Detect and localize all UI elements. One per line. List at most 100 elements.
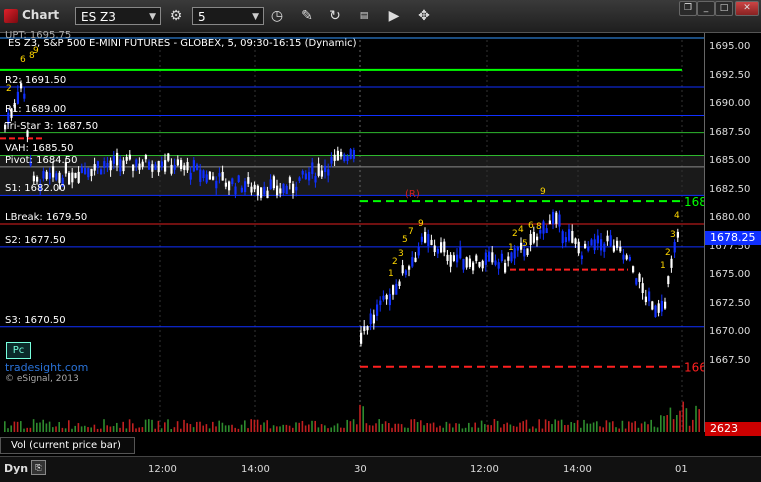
- candle-body: [654, 305, 657, 318]
- count-number: 8: [536, 222, 542, 232]
- candle-body: [103, 161, 106, 168]
- candle-body: [424, 231, 427, 243]
- refresh-icon[interactable]: ↻: [325, 7, 345, 25]
- time-axis[interactable]: Dyn ⎘ 12:00 14:00 30 12:00 14:00 01: [0, 456, 761, 482]
- count-number: 1: [660, 261, 666, 271]
- volume-bar: [359, 404, 361, 432]
- pc-button[interactable]: Pc: [6, 342, 31, 359]
- volume-bar: [471, 427, 473, 432]
- price-tick: 1695.00: [709, 41, 751, 52]
- candle-body: [484, 252, 487, 265]
- candle-body: [279, 188, 282, 194]
- volume-bar: [173, 427, 176, 432]
- candle-body: [106, 162, 109, 168]
- volume-bar: [692, 419, 694, 432]
- volume-bar: [20, 421, 22, 432]
- volume-bar: [336, 423, 339, 432]
- volume-bar: [167, 419, 169, 432]
- symbol-input[interactable]: ES Z3 ▼: [75, 7, 161, 25]
- dyn-label[interactable]: Dyn: [4, 462, 28, 475]
- volume-bar: [583, 419, 585, 432]
- count-number: 6: [20, 55, 26, 65]
- volume-bar: [685, 408, 688, 432]
- volume-bar: [512, 425, 515, 432]
- volume-bar: [663, 416, 665, 432]
- volume-bar: [186, 423, 188, 432]
- time-tick: 14:00: [563, 464, 592, 475]
- candle-body: [343, 154, 346, 162]
- candle-body: [369, 313, 372, 325]
- volume-bar: [458, 423, 460, 432]
- count-number: 5: [522, 239, 528, 249]
- volume-bar: [93, 424, 96, 432]
- candle-body: [260, 187, 263, 198]
- candle-body: [555, 212, 558, 224]
- volume-bar: [276, 426, 278, 432]
- candle-body: [336, 150, 339, 161]
- draw-pencil-icon[interactable]: ✎: [297, 7, 317, 25]
- minimize-button[interactable]: _: [697, 1, 715, 16]
- candle-body: [68, 172, 71, 185]
- volume-bar: [58, 422, 60, 432]
- close-button[interactable]: ✕: [735, 1, 759, 16]
- volume-bar: [90, 427, 92, 432]
- volume-bar: [106, 425, 108, 432]
- time-tick: 30: [354, 464, 367, 475]
- volume-bar: [285, 424, 288, 432]
- candle-body: [625, 255, 628, 260]
- volume-bar: [45, 423, 48, 432]
- candle-body: [446, 254, 449, 261]
- volume-bar: [429, 423, 432, 432]
- volume-bar: [618, 428, 620, 432]
- candle-body: [84, 167, 87, 175]
- candle-body: [119, 159, 122, 172]
- level-label: LBreak: 1679.50: [5, 211, 88, 223]
- history-clock-icon[interactable]: ◷: [267, 7, 287, 25]
- price-axis[interactable]: 1695.00 1692.50 1690.00 1687.50 1685.00 1682.…: [704, 33, 761, 436]
- candle-body: [218, 173, 221, 177]
- candle-body: [472, 262, 475, 271]
- volume-bar: [170, 428, 172, 432]
- settings-gear-icon[interactable]: ⚙: [166, 7, 186, 25]
- candle-body: [282, 183, 285, 194]
- volume-bar: [330, 427, 332, 432]
- price-chart[interactable]: 168166(R)26 891235792 456 8911234: [0, 33, 761, 432]
- candle-body: [548, 220, 551, 225]
- volume-bar: [205, 424, 208, 432]
- volume-bar: [160, 428, 163, 432]
- watermark-link[interactable]: tradesight.com: [5, 361, 88, 374]
- volume-bar: [413, 419, 416, 432]
- candle-body: [263, 186, 266, 195]
- candle-body: [244, 181, 247, 193]
- maximize-button[interactable]: □: [715, 1, 733, 16]
- chevron-down-icon[interactable]: ▼: [149, 12, 156, 22]
- volume-bar: [26, 427, 28, 432]
- candle-body: [100, 169, 103, 175]
- upt-label: UPT: 1695.75: [5, 30, 72, 41]
- candle-body: [433, 245, 436, 253]
- volume-bar: [7, 428, 9, 432]
- cursor-crosshair-icon[interactable]: ✥: [414, 7, 434, 25]
- candle-body: [612, 245, 615, 252]
- page-icon[interactable]: ⎘: [31, 460, 46, 475]
- candle-body: [593, 239, 596, 251]
- volume-bar: [253, 419, 256, 432]
- price-tick: 1680.00: [709, 212, 751, 224]
- play-icon[interactable]: ▶: [384, 7, 404, 25]
- volume-bar: [32, 419, 35, 432]
- candle-body: [443, 241, 446, 253]
- candle-body: [430, 239, 433, 246]
- interval-input[interactable]: 5 ▼: [192, 7, 264, 25]
- volume-bar: [74, 425, 76, 432]
- candle-body: [288, 177, 291, 183]
- volume-bar: [484, 424, 486, 432]
- volume-bar: [656, 427, 659, 432]
- volume-bar: [567, 424, 569, 432]
- price-tick: 1692.50: [709, 69, 751, 81]
- chevron-down-icon[interactable]: ▼: [252, 12, 259, 22]
- volume-bar: [640, 423, 643, 432]
- candle-body: [523, 249, 526, 257]
- quote-window-icon[interactable]: ▤: [354, 7, 374, 25]
- volume-bar: [224, 425, 227, 432]
- restore-button[interactable]: ❐: [679, 1, 697, 16]
